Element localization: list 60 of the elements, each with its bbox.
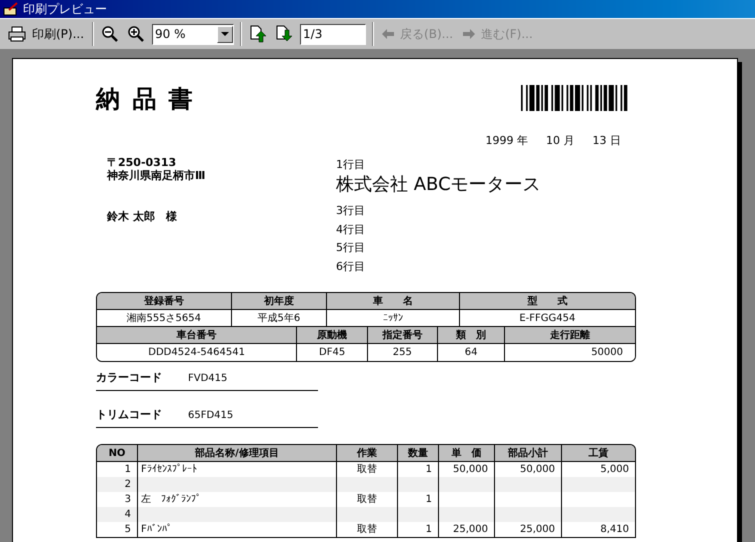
- print-button[interactable]: 印刷(P)...: [6, 22, 86, 46]
- column-header: 型 式: [526, 294, 568, 308]
- table-cell: ﾆｯｻﾝ: [327, 310, 460, 326]
- table-cell: DDD4524-5464541: [97, 344, 298, 361]
- printer-icon: [8, 26, 26, 42]
- column-header: 単 価: [439, 445, 495, 461]
- right-arrow-icon: [463, 29, 476, 39]
- table-cell: 25,000: [495, 522, 562, 537]
- previous-page-button[interactable]: [248, 23, 268, 45]
- column-header: 工賃: [588, 446, 610, 460]
- table-cell-text: 50000: [590, 346, 624, 360]
- column-header: 作業: [337, 445, 398, 461]
- window-title: 印刷プレビュー: [23, 3, 107, 15]
- column-header: 登録番号: [97, 293, 232, 309]
- app-icon: [3, 2, 19, 16]
- table-cell: DF45: [297, 344, 368, 361]
- table-cell-text: E-FFGG454: [518, 312, 576, 326]
- column-header: 車 名: [327, 293, 460, 309]
- customer-name: 鈴木 太郎 様: [107, 210, 178, 222]
- table-cell: 取替: [337, 522, 398, 537]
- table-cell-text: 8,410: [599, 523, 630, 537]
- date-text: 1999 年: [486, 133, 528, 149]
- date-text: 13 日: [592, 133, 621, 149]
- table-cell: 255: [368, 344, 438, 361]
- table-cell: 25,000: [439, 522, 495, 537]
- address-line: 5行目: [336, 240, 366, 256]
- address-text: 神奈川県南足柄市Ⅲ: [107, 168, 206, 182]
- address-line: 4行目: [336, 222, 366, 238]
- address-line: 6行目: [336, 258, 366, 274]
- dropdown-arrow-icon: [221, 32, 230, 36]
- column-header: 数量: [398, 445, 439, 461]
- table-cell: 5: [97, 522, 138, 537]
- date-text: 10 月: [546, 133, 574, 149]
- column-header: 車台番号: [97, 327, 298, 343]
- table-cell: Fﾊﾞﾝﾊﾟ: [138, 522, 337, 537]
- document-title: 納 品 書: [96, 84, 195, 115]
- column-header: 部品名称/修理項目: [138, 445, 337, 461]
- code-label: トリムコード: [96, 406, 163, 422]
- company-name: 株式会社 ABCモータース: [336, 174, 541, 196]
- address-line: 1行目: [336, 156, 366, 172]
- column-header: 原動機: [297, 327, 368, 343]
- code-value: 65FD415: [188, 409, 234, 423]
- code-value: FVD415: [188, 372, 228, 386]
- column-header: 部品小計: [495, 445, 562, 461]
- code-label: カラーコード: [96, 370, 163, 386]
- column-header: 初年度: [232, 293, 328, 309]
- column-header: 類 別: [438, 327, 506, 343]
- postal-code: 〒250-0313: [107, 156, 178, 168]
- page-field[interactable]: 1/3: [300, 24, 366, 44]
- table-cell: 1: [398, 522, 439, 537]
- address-line: 3行目: [336, 203, 366, 219]
- table-cell: 64: [438, 344, 506, 361]
- column-header: NO: [97, 445, 138, 461]
- left-arrow-icon: [382, 29, 394, 39]
- table-cell: 平成5年6: [232, 310, 328, 326]
- table-cell-text: 5,000: [599, 463, 630, 477]
- column-header: 走行距離: [549, 328, 592, 342]
- zoom-dropdown[interactable]: 90 %: [152, 24, 234, 44]
- column-header: 指定番号: [368, 327, 438, 343]
- table-cell: 湘南555さ5654: [97, 310, 232, 326]
